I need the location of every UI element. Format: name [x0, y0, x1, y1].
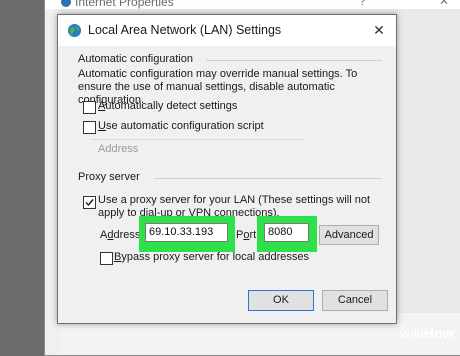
- use-script-label: Use automatic configuration script: [98, 120, 264, 132]
- internet-properties-titlebar: Internet Properties ? ✕: [45, 0, 460, 9]
- lan-settings-dialog: Local Area Network (LAN) Settings ✕ Auto…: [57, 14, 397, 324]
- proxy-group-label: Proxy server: [78, 171, 140, 183]
- internet-properties-title: Internet Properties: [75, 0, 174, 9]
- globe-icon: [67, 23, 82, 38]
- close-button[interactable]: ✕: [368, 20, 390, 40]
- proxy-address-label: Address:: [100, 229, 144, 241]
- group-divider: [206, 60, 382, 61]
- wikihow-watermark: wikiHow: [399, 325, 454, 341]
- help-icon[interactable]: ?: [359, 0, 366, 8]
- dialog-titlebar: Local Area Network (LAN) Settings ✕: [58, 15, 396, 46]
- ok-button[interactable]: OK: [248, 290, 314, 311]
- dialog-title: Local Area Network (LAN) Settings: [88, 23, 282, 37]
- use-proxy-checkbox[interactable]: [83, 196, 96, 209]
- proxy-address-input[interactable]: 69.10.33.193: [145, 223, 228, 242]
- bypass-checkbox[interactable]: [100, 252, 113, 265]
- detect-settings-checkbox[interactable]: [83, 101, 96, 114]
- auto-config-group-label: Automatic configuration: [78, 53, 193, 65]
- proxy-port-label: Port:: [236, 229, 260, 241]
- script-address-label: Address: [98, 143, 139, 155]
- checkmark-icon: [85, 199, 94, 207]
- detect-settings-label: Automatically detect settings: [98, 100, 238, 112]
- use-script-checkbox[interactable]: [83, 121, 96, 134]
- cancel-button[interactable]: Cancel: [322, 290, 388, 311]
- bypass-label: Bypass proxy server for local addresses: [114, 251, 310, 263]
- group-divider: [154, 178, 382, 179]
- close-icon[interactable]: ✕: [439, 0, 449, 8]
- internet-options-icon: [61, 0, 71, 7]
- proxy-port-input[interactable]: 8080: [264, 223, 309, 242]
- advanced-button[interactable]: Advanced: [319, 225, 379, 245]
